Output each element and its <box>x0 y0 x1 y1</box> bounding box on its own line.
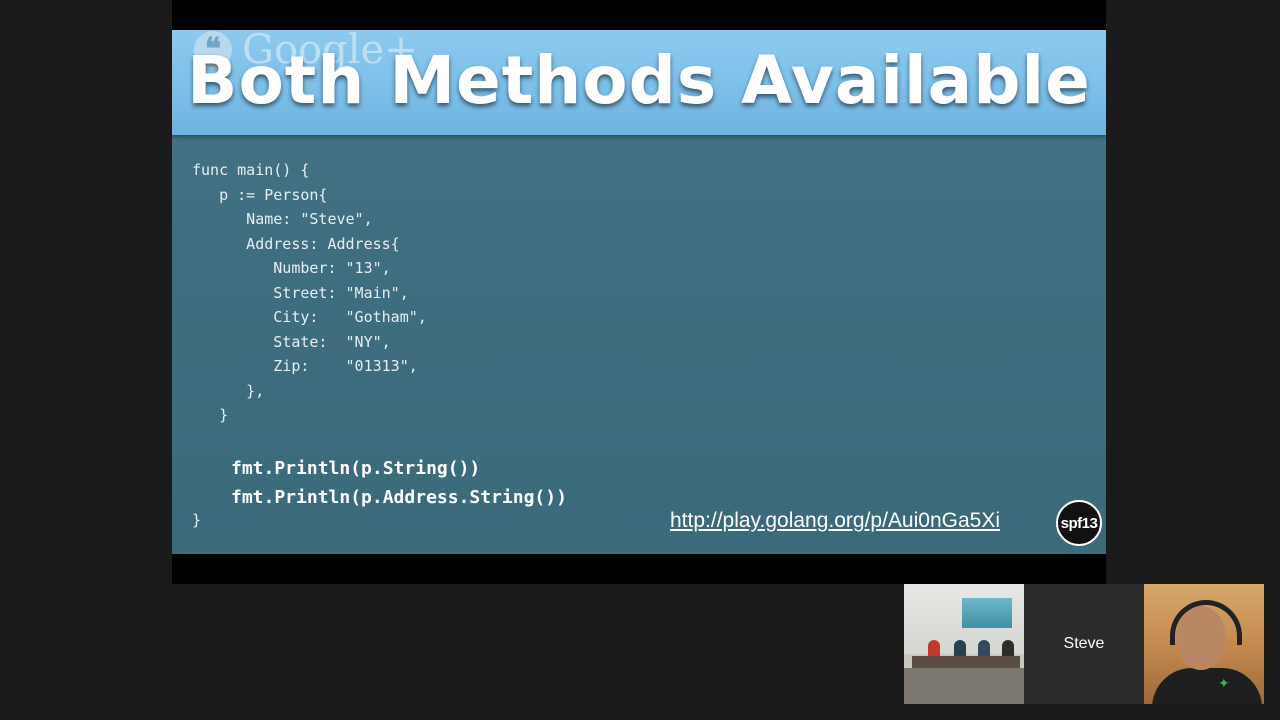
headset-icon <box>1170 600 1242 645</box>
code-line: Street: "Main", <box>192 283 409 302</box>
person-body <box>1152 668 1262 704</box>
code-line: func main() { <box>192 161 310 179</box>
code-line: Zip: "01313", <box>192 357 418 375</box>
playground-link[interactable]: http://play.golang.org/p/Aui0nGa5Xi <box>670 509 1000 533</box>
code-line: State: "NY", <box>192 332 391 351</box>
code-line: City: "Gotham", <box>192 308 427 326</box>
code-line-bold: fmt.Println(p.String()) <box>231 458 481 479</box>
code-closing-brace: } <box>192 511 202 529</box>
room-table <box>912 656 1020 668</box>
code-line: Address: Address{ <box>192 234 400 253</box>
participant-thumbnail-webcam[interactable]: ✦ <box>1144 584 1264 704</box>
participant-strip: Steve ✦ <box>904 584 1264 704</box>
room-floor <box>904 668 1024 704</box>
code-line: p := Person{ <box>192 185 328 204</box>
room-window <box>962 598 1012 628</box>
participant-thumbnail-room[interactable] <box>904 584 1024 704</box>
title-band: ❝ Google+ Both Methods Available <box>172 30 1106 135</box>
code-line: Number: "13", <box>192 259 391 277</box>
slide-title: Both Methods Available <box>187 42 1091 119</box>
slide: ❝ Google+ Both Methods Available func ma… <box>172 30 1106 554</box>
code-line-bold: fmt.Println(p.Address.String()) <box>231 487 567 508</box>
shirt-logo-icon: ✦ <box>1218 676 1230 692</box>
code-block: func main() { p := Person{ Name: "Steve"… <box>192 158 427 428</box>
code-line: }, <box>192 381 265 400</box>
participant-name: Steve <box>1063 635 1105 652</box>
code-block-highlight: fmt.Println(p.String()) fmt.Println(p.Ad… <box>231 454 567 512</box>
presentation-stage: ❝ Google+ Both Methods Available func ma… <box>172 0 1106 584</box>
spf13-logo-badge: spf13 <box>1056 500 1102 546</box>
code-line: } <box>192 406 229 424</box>
code-line: Name: "Steve", <box>192 210 373 228</box>
participant-name-tile[interactable]: Steve <box>1024 584 1144 704</box>
